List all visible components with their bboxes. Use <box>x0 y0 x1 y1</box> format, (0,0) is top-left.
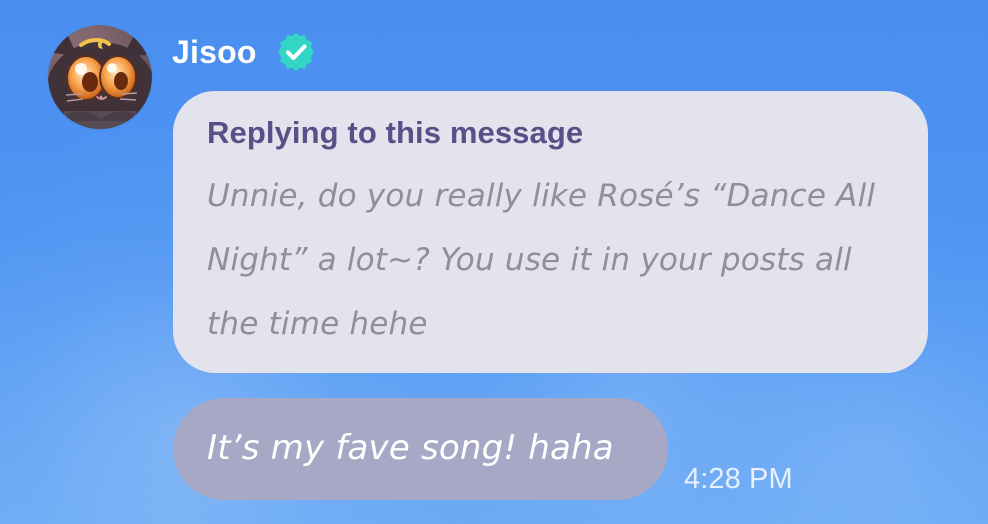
message-bubble[interactable]: It’s my fave song! haha <box>173 398 668 500</box>
reply-heading: Replying to this message <box>207 115 584 150</box>
message-text: It’s my fave song! haha <box>207 428 614 469</box>
sender-name[interactable]: Jisoo <box>172 36 257 68</box>
timestamp: 4:28 PM <box>684 463 793 495</box>
reply-preview-text: Unnie, do you really like Rosé’s “Dance … <box>207 177 876 342</box>
sender-header: Jisoo <box>172 30 317 74</box>
verified-badge-icon <box>277 33 314 71</box>
cat-avatar-icon <box>48 25 152 129</box>
chat-screen: Jisoo Replying to this message Unnie, do… <box>0 0 988 524</box>
avatar[interactable] <box>48 25 152 129</box>
reply-preview-card[interactable]: Replying to this message Unnie, do you r… <box>173 91 928 373</box>
